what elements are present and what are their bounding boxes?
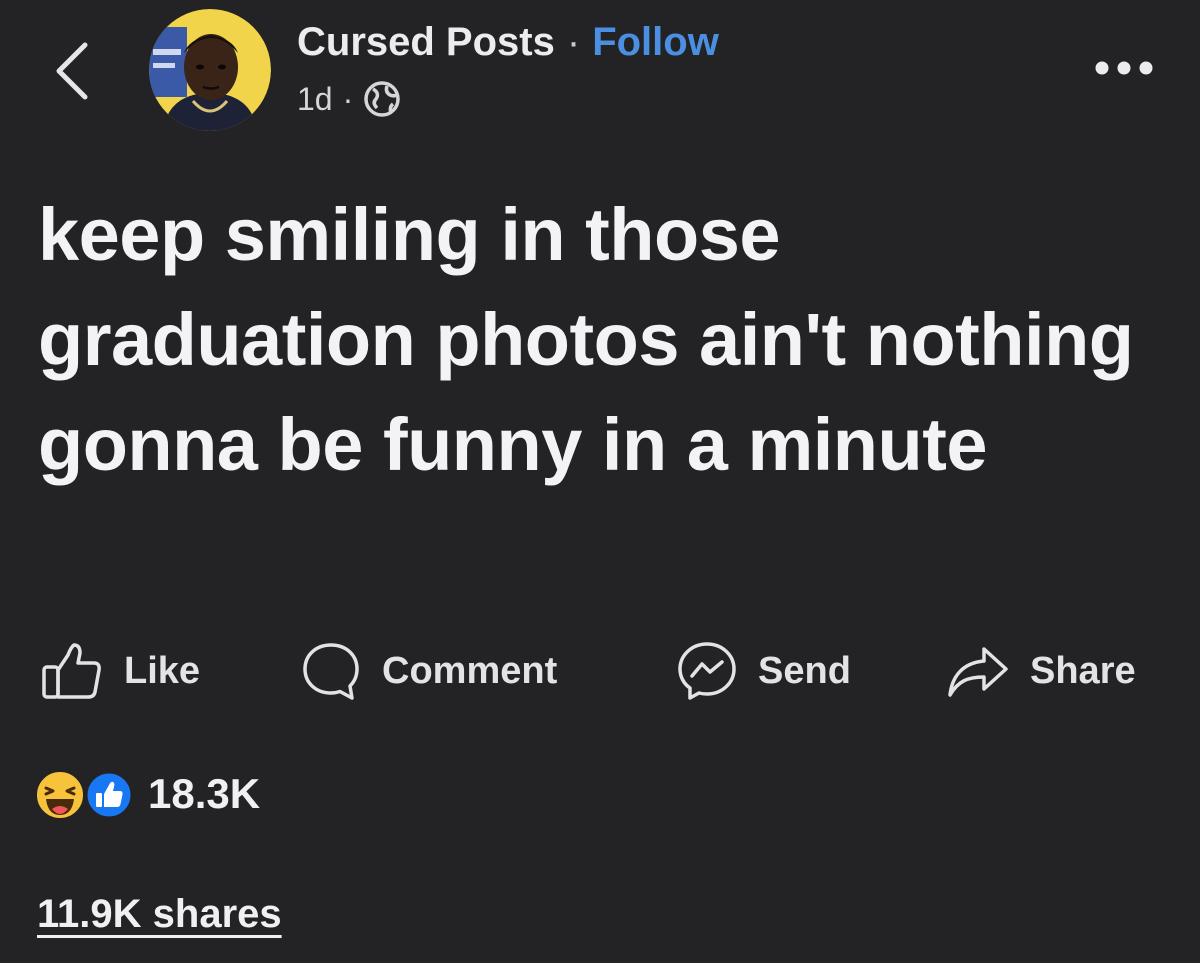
send-label: Send: [758, 649, 851, 692]
more-options-button[interactable]: [1092, 50, 1156, 86]
comment-bubble-icon: [300, 640, 362, 702]
author-name[interactable]: Cursed Posts: [297, 20, 555, 65]
chevron-left-icon: [56, 42, 88, 100]
share-button[interactable]: Share: [946, 636, 1136, 706]
thumbs-up-outline-icon: [40, 641, 104, 701]
share-label: Share: [1030, 649, 1136, 692]
like-reaction-icon: [84, 770, 134, 825]
comment-button[interactable]: Comment: [300, 636, 557, 706]
reaction-icons: [34, 766, 136, 822]
page-avatar[interactable]: [149, 9, 271, 131]
reactions-summary[interactable]: 18.3K: [34, 764, 260, 824]
meta-separator-dot: ·: [342, 80, 354, 117]
share-arrow-icon: [946, 643, 1010, 699]
separator-dot: ·: [566, 19, 581, 64]
shares-count-link[interactable]: 11.9K shares: [37, 892, 282, 937]
post-timestamp[interactable]: 1d: [297, 81, 333, 118]
back-button[interactable]: [46, 36, 98, 106]
action-bar: Like Comment Send Share: [40, 636, 1160, 706]
globe-icon[interactable]: [363, 80, 401, 118]
like-label: Like: [124, 649, 201, 692]
messenger-icon: [676, 640, 738, 702]
haha-reaction-icon: [34, 769, 86, 826]
post-meta: 1d ·: [297, 78, 401, 120]
author-line: Cursed Posts · Follow: [297, 18, 719, 66]
follow-button[interactable]: Follow: [592, 20, 719, 65]
post-text: keep smiling in those graduation photos …: [38, 193, 1134, 486]
more-horizontal-icon: [1095, 61, 1153, 75]
comment-label: Comment: [382, 649, 558, 692]
send-button[interactable]: Send: [676, 636, 851, 706]
reaction-count: 18.3K: [148, 770, 261, 817]
like-button[interactable]: Like: [40, 636, 200, 706]
